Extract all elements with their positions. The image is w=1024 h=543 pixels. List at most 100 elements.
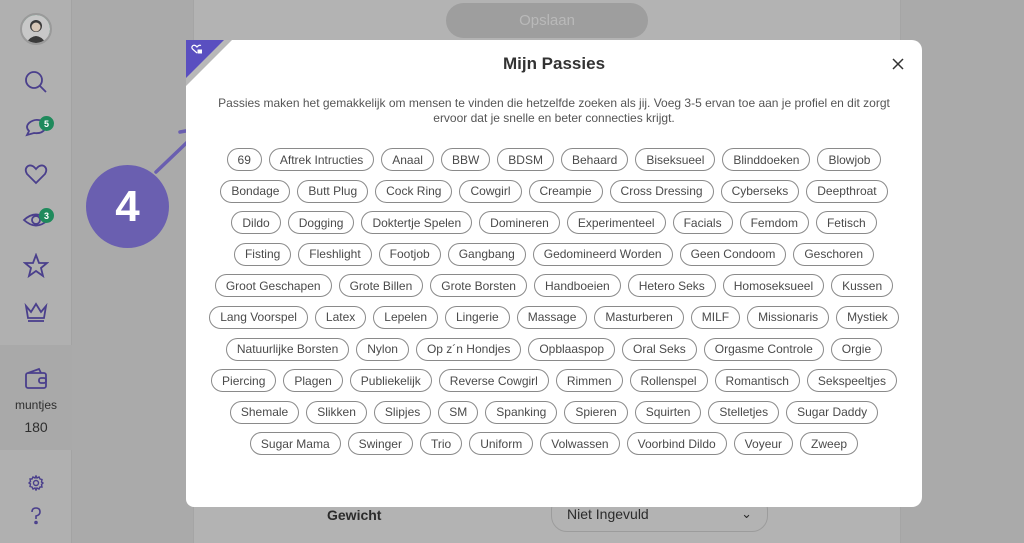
passion-chip[interactable]: Publiekelijk — [349, 369, 432, 393]
passion-chip[interactable]: Natuurlijke Borsten — [225, 337, 350, 361]
passion-chip[interactable]: Behaard — [560, 148, 629, 171]
avatar[interactable] — [20, 13, 52, 45]
passion-chip[interactable]: Latex — [314, 305, 367, 329]
passion-chip[interactable]: Op z´n Hondjes — [415, 337, 522, 361]
heart-icon — [24, 164, 48, 185]
passion-chip[interactable]: Butt Plug — [297, 179, 369, 203]
wallet-value: 180 — [24, 419, 48, 435]
passion-chip[interactable]: BBW — [440, 148, 491, 171]
sidebar-item-visitors[interactable]: 3 — [0, 206, 72, 234]
passion-chip[interactable]: Grote Billen — [338, 274, 424, 298]
passion-chip[interactable]: Blinddoeken — [722, 148, 811, 171]
passion-chip[interactable]: Lepelen — [373, 305, 438, 329]
passion-chip[interactable]: Gangbang — [447, 242, 526, 266]
passion-chip[interactable]: Spieren — [564, 400, 628, 424]
passion-chip[interactable]: Sugar Daddy — [786, 400, 879, 424]
passion-chip[interactable]: Dildo — [231, 211, 281, 235]
passion-chip[interactable]: Sugar Mama — [249, 432, 341, 456]
passion-chip[interactable]: Missionaris — [747, 305, 830, 329]
passion-chip[interactable]: Fisting — [233, 242, 292, 266]
passion-chip[interactable]: SM — [438, 400, 479, 424]
passion-chip[interactable]: Voorbind Dildo — [626, 432, 727, 456]
passion-chip[interactable]: Domineren — [479, 211, 560, 235]
passion-chip[interactable]: Zweep — [800, 432, 859, 456]
passion-chip[interactable]: Uniform — [469, 432, 534, 456]
passion-chip[interactable]: Creampie — [528, 179, 603, 203]
passion-chip[interactable]: Trio — [419, 432, 463, 456]
passion-chip[interactable]: Geschoren — [793, 242, 875, 266]
sidebar-item-premium[interactable] — [0, 298, 72, 326]
passion-chip[interactable]: Orgie — [830, 337, 883, 361]
passion-chip[interactable]: Opblaaspop — [528, 337, 616, 361]
passion-chip[interactable]: Squirten — [634, 400, 702, 424]
passion-chip[interactable]: Reverse Cowgirl — [438, 369, 549, 393]
passion-chip[interactable]: Aftrek Intructies — [268, 148, 375, 171]
passion-chip[interactable]: Geen Condoom — [679, 242, 787, 266]
passion-chip[interactable]: Shemale — [229, 400, 300, 424]
wallet-button[interactable] — [0, 365, 72, 393]
passion-chip[interactable]: Cowgirl — [459, 179, 522, 203]
passion-chip[interactable]: Volwassen — [540, 432, 620, 456]
passion-chip[interactable]: Doktertje Spelen — [361, 211, 473, 235]
passion-chip[interactable]: Cyberseks — [720, 179, 800, 203]
sidebar-item-help[interactable] — [0, 507, 72, 525]
passion-chip[interactable]: Blowjob — [817, 148, 882, 171]
passion-chip[interactable]: Rimmen — [555, 369, 623, 393]
passion-chip[interactable]: Anaal — [381, 148, 434, 171]
passion-chip[interactable]: Sekspeeltjes — [806, 369, 897, 393]
passion-chip[interactable]: Biseksueel — [635, 148, 716, 171]
passion-chip[interactable]: Homoseksueel — [722, 274, 825, 298]
passion-chip[interactable]: Kussen — [831, 274, 894, 298]
passion-chip[interactable]: MILF — [690, 305, 741, 329]
sidebar-item-settings[interactable] — [0, 474, 72, 492]
sidebar-item-starred[interactable] — [0, 252, 72, 280]
passion-chip[interactable]: Fleshlight — [298, 242, 372, 266]
passion-chip[interactable]: 69 — [226, 148, 262, 171]
passion-chip[interactable]: Stelletjes — [708, 400, 780, 424]
passion-chip[interactable]: Deepthroat — [806, 179, 888, 203]
passion-chip[interactable]: Cross Dressing — [609, 179, 714, 203]
sidebar-item-profile[interactable] — [0, 12, 72, 46]
passion-chip[interactable]: Grote Borsten — [430, 274, 527, 298]
passion-chip[interactable]: Groot Geschapen — [214, 274, 332, 298]
passion-chip[interactable]: BDSM — [497, 148, 554, 171]
save-button[interactable]: Opslaan — [446, 3, 648, 38]
passion-chip[interactable]: Piercing — [211, 369, 277, 393]
passion-chip[interactable]: Massage — [516, 305, 588, 329]
passion-chip[interactable]: Femdom — [739, 211, 809, 235]
question-icon — [31, 507, 41, 525]
passion-chip[interactable]: Swinger — [347, 432, 413, 456]
passion-chip[interactable]: Romantisch — [714, 369, 800, 393]
passion-chip[interactable]: Experimenteel — [566, 211, 666, 235]
passion-chip[interactable]: Nylon — [356, 337, 409, 361]
passion-chip[interactable]: Fetisch — [815, 211, 877, 235]
passion-chip[interactable]: Lang Voorspel — [209, 305, 308, 329]
passion-chip[interactable]: Spanking — [485, 400, 558, 424]
passion-chip[interactable]: Facials — [672, 211, 733, 235]
passion-chip[interactable]: Gedomineerd Worden — [532, 242, 673, 266]
sidebar: 5 3 muntjes 180 — [0, 0, 72, 543]
passion-chip[interactable]: Lingerie — [445, 305, 510, 329]
passion-chip[interactable]: Masturberen — [594, 305, 684, 329]
passion-chip[interactable]: Mystiek — [836, 305, 899, 329]
passion-chip[interactable]: Bondage — [220, 179, 291, 203]
close-button[interactable] — [890, 56, 906, 72]
passion-chip[interactable]: Handboeien — [533, 274, 621, 298]
passion-chip[interactable]: Hetero Seks — [627, 274, 716, 298]
passion-chip[interactable]: Dogging — [287, 211, 355, 235]
passion-chip[interactable]: Oral Seks — [622, 337, 697, 361]
passion-chip[interactable]: Voyeur — [733, 432, 794, 456]
wallet-icon — [25, 367, 47, 389]
passion-chip[interactable]: Cock Ring — [375, 179, 453, 203]
passion-chip[interactable]: Footjob — [378, 242, 441, 266]
passion-chip[interactable]: Slipjes — [373, 400, 432, 424]
sidebar-item-messages[interactable]: 5 — [0, 114, 72, 142]
weight-label: Gewicht — [327, 507, 382, 523]
sidebar-item-favorites[interactable] — [0, 160, 72, 188]
passion-chip[interactable]: Plagen — [283, 369, 343, 393]
passion-chip[interactable]: Rollenspel — [629, 369, 708, 393]
sidebar-item-search[interactable] — [0, 68, 72, 96]
passion-chip[interactable]: Slikken — [306, 400, 367, 424]
gear-icon — [28, 475, 44, 491]
passion-chip[interactable]: Orgasme Controle — [703, 337, 824, 361]
